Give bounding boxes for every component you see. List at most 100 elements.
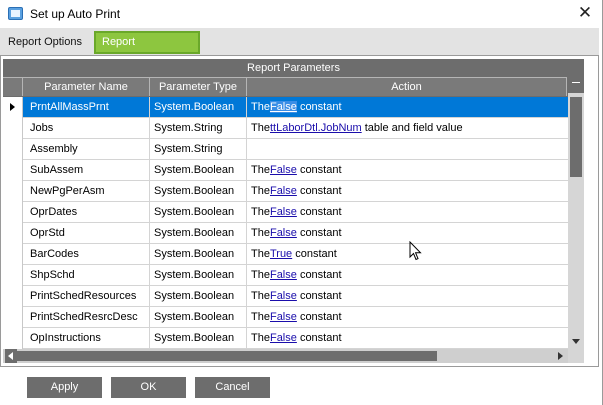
parameter-name-cell[interactable]: NewPgPerAsm	[23, 181, 150, 201]
action-value-link[interactable]: False	[270, 164, 297, 176]
table-row[interactable]: Jobs System.String ThettLaborDtl.JobNum ta…	[3, 118, 568, 139]
table-row[interactable]: OpInstructions System.Boolean TheFalse con…	[3, 328, 568, 349]
parameter-type-cell[interactable]: System.Boolean	[150, 265, 247, 285]
grid-rows: PrntAllMassPrnt System.Boolean TheFalse co…	[3, 97, 568, 349]
row-selector[interactable]	[3, 223, 23, 244]
row-selector[interactable]	[3, 139, 23, 160]
row-selector[interactable]	[3, 118, 23, 139]
action-value-link[interactable]: False	[270, 185, 297, 197]
table-row[interactable]: ShpSchd System.Boolean TheFalse constant	[3, 265, 568, 286]
parameter-type-cell[interactable]: System.Boolean	[150, 244, 247, 264]
parameter-name-cell[interactable]: OprStd	[23, 223, 150, 243]
table-row[interactable]: PrintSchedResrcDesc System.Boolean TheFals…	[3, 307, 568, 328]
parameter-type-cell[interactable]: System.Boolean	[150, 181, 247, 201]
row-selector[interactable]	[3, 97, 23, 118]
cancel-button[interactable]: Cancel	[195, 377, 270, 398]
action-value-link[interactable]: False	[270, 290, 297, 302]
horizontal-scrollbar[interactable]	[3, 349, 584, 363]
action-suffix: constant	[299, 311, 342, 323]
action-value-link[interactable]: False	[270, 206, 297, 218]
parameter-type-cell[interactable]: System.String	[150, 139, 247, 159]
scroll-up-icon[interactable]	[568, 77, 584, 93]
vertical-scroll-thumb[interactable]	[570, 97, 582, 177]
parameter-name-cell[interactable]: PrintSchedResources	[23, 286, 150, 306]
tab-report-options[interactable]: Report Options	[2, 31, 91, 54]
action-cell[interactable]: TheFalse constant	[247, 328, 568, 348]
table-row[interactable]: OprStd System.Boolean TheFalse constant	[3, 223, 568, 244]
app-icon	[8, 7, 23, 20]
row-selector[interactable]	[3, 202, 23, 223]
table-row[interactable]: SubAssem System.Boolean TheFalse constant	[3, 160, 568, 181]
action-value-link[interactable]: True	[270, 248, 292, 260]
column-header-action[interactable]: Action	[247, 77, 567, 96]
action-suffix: constant	[299, 290, 342, 302]
table-row[interactable]: NewPgPerAsm System.Boolean TheFalse consta…	[3, 181, 568, 202]
parameter-name-cell[interactable]: SubAssem	[23, 160, 150, 180]
parameter-name-cell[interactable]: PrntAllMassPrnt	[23, 97, 150, 117]
parameter-type-cell[interactable]: System.Boolean	[150, 286, 247, 306]
table-row[interactable]: PrntAllMassPrnt System.Boolean TheFalse co…	[3, 97, 568, 118]
action-cell[interactable]: TheFalse constant	[247, 160, 568, 180]
action-value-link[interactable]: False	[270, 227, 297, 239]
parameter-name-cell[interactable]: OprDates	[23, 202, 150, 222]
parameter-name-cell[interactable]: ShpSchd	[23, 265, 150, 285]
current-row-arrow-icon	[10, 103, 15, 111]
scroll-down-icon[interactable]	[568, 333, 584, 349]
parameter-name-cell[interactable]: Assembly	[23, 139, 150, 159]
tab-report-parameters[interactable]: Report Parameters	[94, 31, 200, 67]
parameter-type-cell[interactable]: System.Boolean	[150, 97, 247, 117]
horizontal-scroll-thumb[interactable]	[17, 351, 437, 361]
action-prefix: The	[251, 269, 270, 281]
action-cell[interactable]: TheFalse constant	[247, 286, 568, 306]
parameter-name-cell[interactable]: OpInstructions	[23, 328, 150, 348]
parameter-type-cell[interactable]: System.String	[150, 118, 247, 138]
action-cell[interactable]: TheFalse constant	[247, 265, 568, 285]
row-selector[interactable]	[3, 265, 23, 286]
action-suffix: constant	[295, 248, 337, 260]
action-value-link[interactable]: False	[270, 311, 297, 323]
action-cell[interactable]	[247, 139, 568, 159]
parameter-type-cell[interactable]: System.Boolean	[150, 160, 247, 180]
parameter-type-cell[interactable]: System.Boolean	[150, 202, 247, 222]
action-cell[interactable]: TheFalse constant	[247, 307, 568, 327]
column-header-parameter-name[interactable]: Parameter Name	[23, 77, 150, 96]
action-prefix: The	[251, 206, 270, 218]
action-cell[interactable]: TheFalse constant	[247, 181, 568, 201]
action-cell[interactable]: TheFalse constant	[247, 202, 568, 222]
action-cell[interactable]: TheTrue constant	[247, 244, 568, 264]
action-cell[interactable]: TheFalse constant	[247, 97, 568, 117]
parameter-name-cell[interactable]: Jobs	[23, 118, 150, 138]
row-selector[interactable]	[3, 160, 23, 181]
action-value-link[interactable]: False	[269, 101, 297, 113]
table-row[interactable]: OprDates System.Boolean TheFalse constant	[3, 202, 568, 223]
table-row[interactable]: PrintSchedResources System.Boolean TheFals…	[3, 286, 568, 307]
parameter-type-cell[interactable]: System.Boolean	[150, 328, 247, 348]
ok-button[interactable]: OK	[111, 377, 186, 398]
row-selector[interactable]	[3, 286, 23, 307]
table-row[interactable]: BarCodes System.Boolean TheTrue constant	[3, 244, 568, 265]
row-selector[interactable]	[3, 244, 23, 265]
row-selector[interactable]	[3, 328, 23, 349]
action-value-link[interactable]: ttLaborDtl.JobNum	[270, 122, 362, 134]
close-icon[interactable]: ✕	[574, 3, 596, 23]
parameter-type-cell[interactable]: System.Boolean	[150, 223, 247, 243]
action-cell[interactable]: ThettLaborDtl.JobNum table and field val…	[247, 118, 568, 138]
action-prefix: The	[251, 101, 270, 113]
action-value-link[interactable]: False	[270, 269, 297, 281]
scroll-left-icon[interactable]	[5, 349, 17, 363]
action-value-link[interactable]: False	[270, 332, 297, 344]
action-cell[interactable]: TheFalse constant	[247, 223, 568, 243]
parameter-type-cell[interactable]: System.Boolean	[150, 307, 247, 327]
apply-button[interactable]: Apply	[27, 377, 102, 398]
row-selector[interactable]	[3, 307, 23, 328]
table-row[interactable]: Assembly System.String	[3, 139, 568, 160]
parameter-name-cell[interactable]: BarCodes	[23, 244, 150, 264]
window-title: Set up Auto Print	[30, 7, 121, 21]
vertical-scrollbar[interactable]	[568, 77, 584, 349]
action-suffix: constant	[299, 269, 342, 281]
row-selector[interactable]	[3, 181, 23, 202]
parameter-name-cell[interactable]: PrintSchedResrcDesc	[23, 307, 150, 327]
column-header-parameter-type[interactable]: Parameter Type	[150, 77, 247, 96]
action-prefix: The	[251, 164, 270, 176]
scroll-right-icon[interactable]	[554, 349, 568, 363]
